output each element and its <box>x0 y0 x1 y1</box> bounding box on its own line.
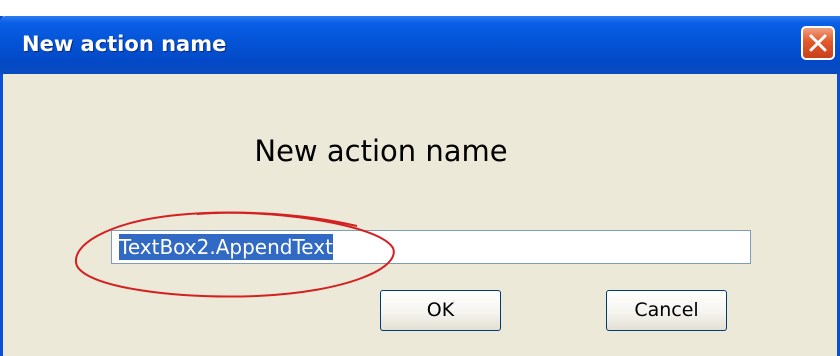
close-button[interactable] <box>801 26 835 60</box>
title-bar[interactable]: New action name <box>0 16 840 74</box>
cancel-button[interactable]: Cancel <box>606 290 727 331</box>
window-title: New action name <box>22 32 227 56</box>
dialog-heading-text: New action name <box>254 134 508 168</box>
dialog-window: New action name New action name TextBox2… <box>0 16 840 356</box>
ok-button[interactable]: OK <box>380 290 501 331</box>
red-ellipse-highlight <box>74 211 395 298</box>
close-icon <box>809 34 827 52</box>
dialog-heading: New action name <box>3 134 837 168</box>
